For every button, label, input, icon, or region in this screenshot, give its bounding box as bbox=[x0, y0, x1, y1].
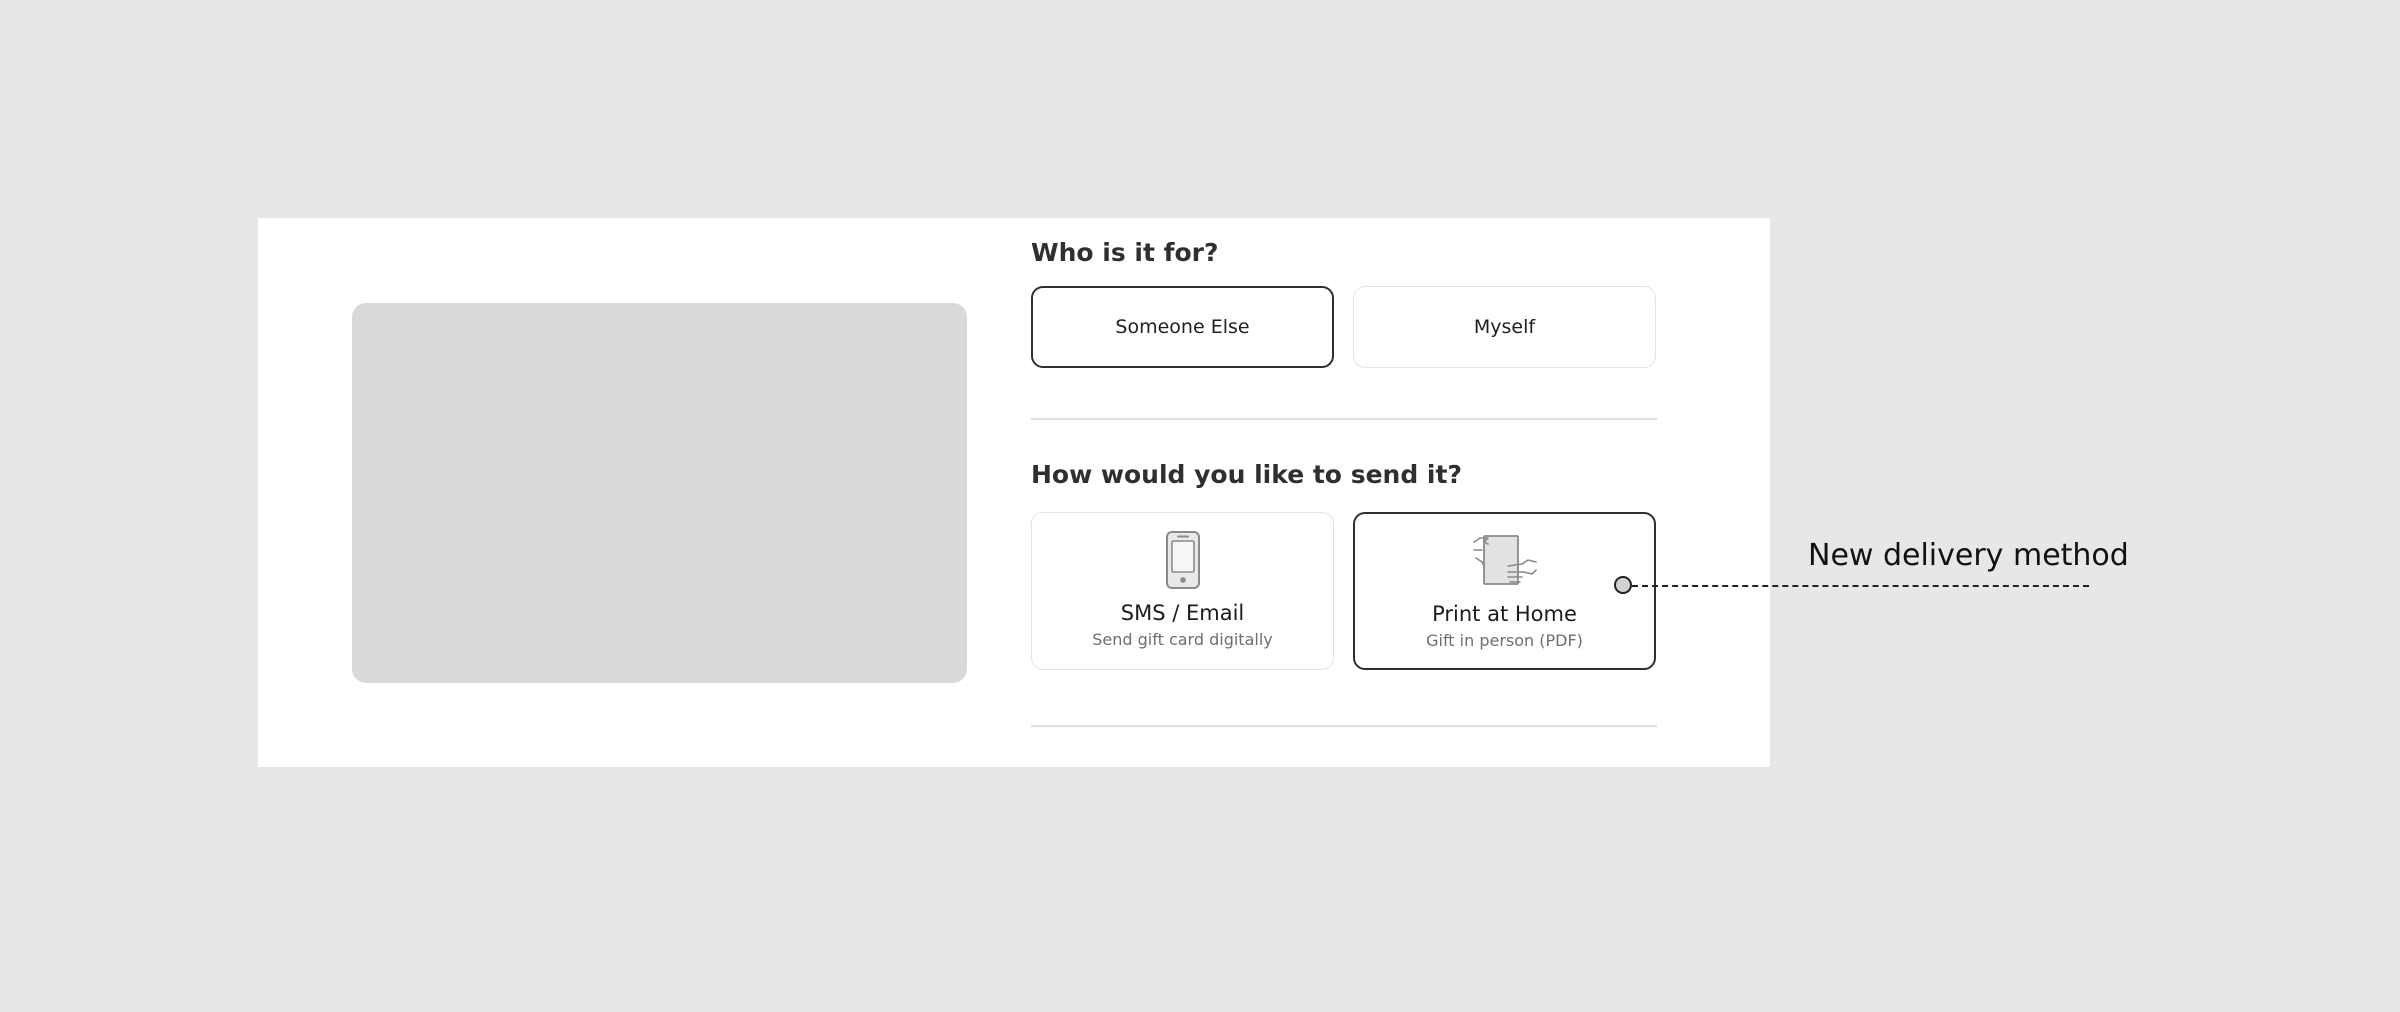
gift-card-image-placeholder bbox=[352, 303, 967, 683]
print-at-home-label: Print at Home bbox=[1432, 602, 1577, 626]
annotation-marker bbox=[1614, 576, 1632, 594]
sms-email-label: SMS / Email bbox=[1120, 601, 1245, 625]
delivery-section-title: How would you like to send it? bbox=[1031, 460, 1462, 489]
section-divider bbox=[1031, 418, 1657, 420]
sms-email-option[interactable]: SMS / Email Send gift card digitally bbox=[1031, 512, 1334, 670]
print-at-home-option[interactable]: Print at Home Gift in person (PDF) bbox=[1353, 512, 1656, 670]
annotation-leader-line bbox=[1632, 585, 2089, 587]
section-divider-bottom bbox=[1031, 725, 1657, 727]
print-at-home-description: Gift in person (PDF) bbox=[1426, 631, 1583, 651]
someone-else-label: Someone Else bbox=[1115, 316, 1250, 338]
someone-else-option[interactable]: Someone Else bbox=[1031, 286, 1334, 368]
phone-icon bbox=[1165, 529, 1201, 591]
recipient-section-title: Who is it for? bbox=[1031, 238, 1219, 267]
myself-option[interactable]: Myself bbox=[1353, 286, 1656, 368]
annotation-label: New delivery method bbox=[1808, 538, 2129, 573]
myself-label: Myself bbox=[1473, 316, 1536, 338]
print-document-icon bbox=[1470, 530, 1540, 592]
sms-email-description: Send gift card digitally bbox=[1092, 630, 1273, 650]
